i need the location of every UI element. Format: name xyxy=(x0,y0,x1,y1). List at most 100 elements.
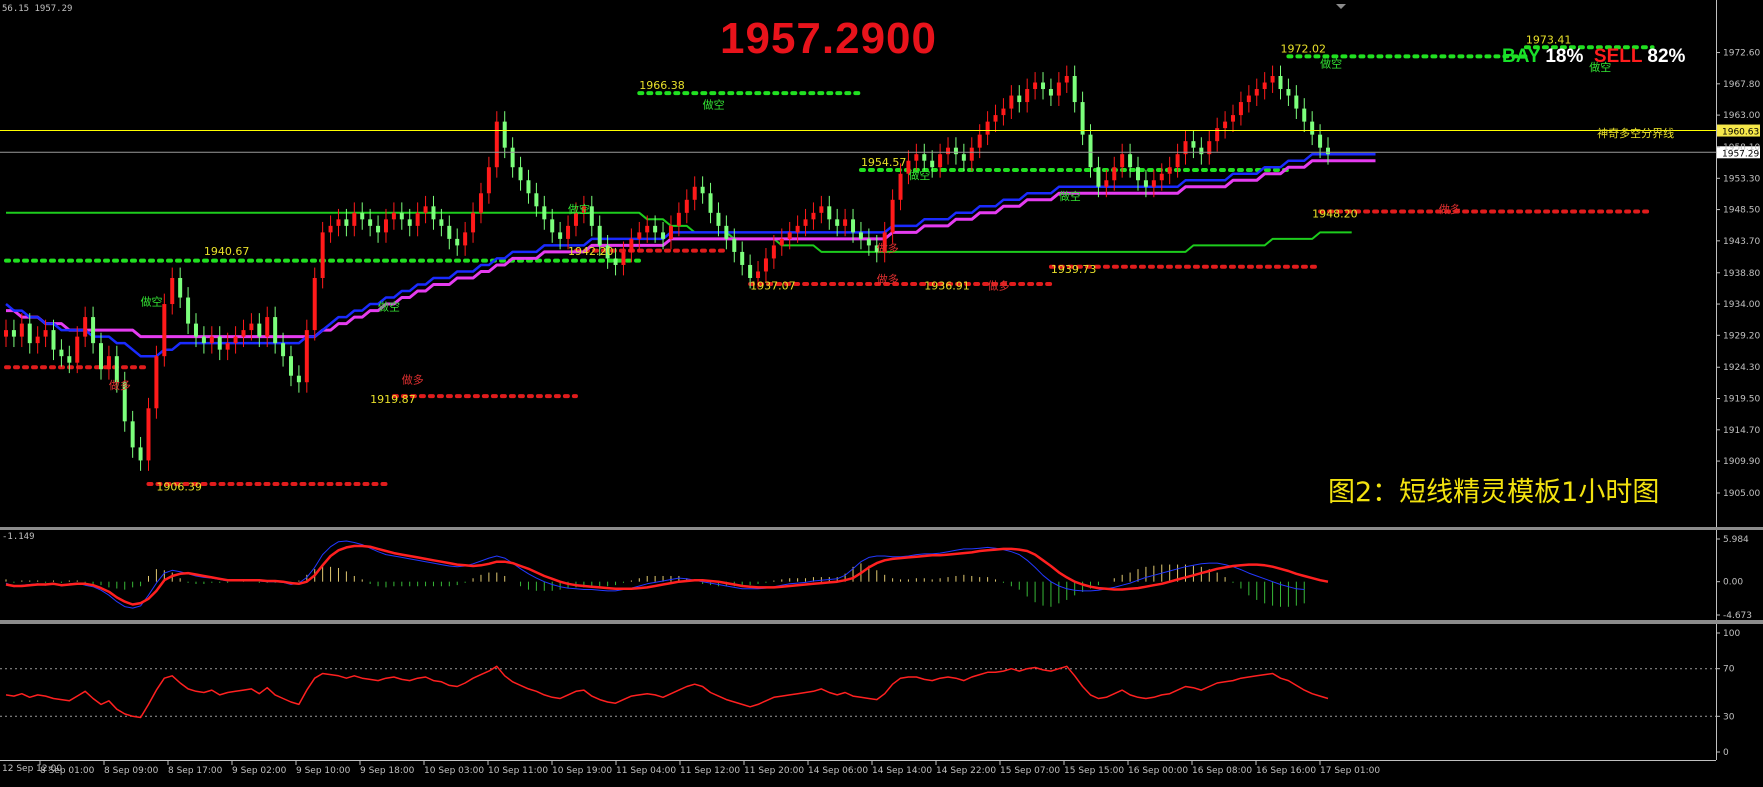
candle-body[interactable] xyxy=(225,343,230,350)
candle-body[interactable] xyxy=(407,219,412,226)
candle-body[interactable] xyxy=(281,343,286,357)
candle-body[interactable] xyxy=(502,121,507,148)
candle-body[interactable] xyxy=(1159,173,1164,181)
candle-body[interactable] xyxy=(637,232,642,239)
candle-body[interactable] xyxy=(463,232,468,246)
candle-body[interactable] xyxy=(106,356,111,370)
candle-body[interactable] xyxy=(510,147,515,168)
candle-body[interactable] xyxy=(1302,108,1307,122)
candle-body[interactable] xyxy=(447,225,452,239)
candle-body[interactable] xyxy=(1310,121,1315,135)
candle-body[interactable] xyxy=(898,173,903,200)
candle-body[interactable] xyxy=(534,193,539,207)
candle-body[interactable] xyxy=(455,238,460,246)
candle-body[interactable] xyxy=(1056,82,1061,96)
candle-body[interactable] xyxy=(977,134,982,148)
candle-body[interactable] xyxy=(692,186,697,200)
candle-body[interactable] xyxy=(985,121,990,135)
candle-body[interactable] xyxy=(1104,180,1109,187)
candle-body[interactable] xyxy=(1033,82,1038,90)
candle-body[interactable] xyxy=(431,206,436,220)
candle-body[interactable] xyxy=(1001,108,1006,116)
candle-body[interactable] xyxy=(811,212,816,220)
candle-body[interactable] xyxy=(724,225,729,239)
candle-body[interactable] xyxy=(19,323,24,337)
candle-body[interactable] xyxy=(478,193,483,213)
candle-body[interactable] xyxy=(312,277,317,331)
candle-body[interactable] xyxy=(43,330,48,337)
candle-body[interactable] xyxy=(383,219,388,233)
candle-body[interactable] xyxy=(779,238,784,246)
candle-body[interactable] xyxy=(471,212,476,233)
candle-body[interactable] xyxy=(170,277,175,305)
candle-body[interactable] xyxy=(201,336,206,344)
candle-body[interactable] xyxy=(1072,76,1077,103)
candle-body[interactable] xyxy=(1064,76,1069,83)
candle-body[interactable] xyxy=(130,421,135,448)
price-panel-separator[interactable] xyxy=(0,527,1763,530)
candle-body[interactable] xyxy=(1128,154,1133,168)
candle-body[interactable] xyxy=(360,212,365,220)
candle-body[interactable] xyxy=(542,206,547,220)
candle-body[interactable] xyxy=(193,323,198,337)
candle-body[interactable] xyxy=(819,206,824,213)
candle-body[interactable] xyxy=(629,238,634,252)
candle-body[interactable] xyxy=(91,317,96,344)
candle-body[interactable] xyxy=(851,219,856,233)
candle-body[interactable] xyxy=(154,356,159,409)
candle-body[interactable] xyxy=(858,232,863,239)
candle-body[interactable] xyxy=(700,186,705,194)
candle-body[interactable] xyxy=(146,408,151,461)
candle-body[interactable] xyxy=(961,154,966,161)
candle-body[interactable] xyxy=(1231,115,1236,122)
candle-body[interactable] xyxy=(708,193,713,213)
candle-body[interactable] xyxy=(763,258,768,272)
candle-body[interactable] xyxy=(938,154,943,168)
candle-body[interactable] xyxy=(1199,147,1204,155)
candle-body[interactable] xyxy=(914,154,919,161)
candle-body[interactable] xyxy=(597,225,602,246)
candle-body[interactable] xyxy=(288,356,293,376)
candle-body[interactable] xyxy=(684,199,689,213)
candle-body[interactable] xyxy=(328,225,333,233)
candle-body[interactable] xyxy=(494,121,499,168)
candle-body[interactable] xyxy=(344,219,349,226)
candle-body[interactable] xyxy=(1191,141,1196,148)
candle-body[interactable] xyxy=(249,323,254,331)
candle-body[interactable] xyxy=(866,238,871,246)
candle-body[interactable] xyxy=(217,336,222,350)
candle-body[interactable] xyxy=(1120,154,1125,168)
candle-body[interactable] xyxy=(953,147,958,155)
candle-body[interactable] xyxy=(1143,180,1148,187)
candle-body[interactable] xyxy=(1286,89,1291,96)
candle-body[interactable] xyxy=(668,225,673,239)
candle-body[interactable] xyxy=(162,304,167,357)
candle-body[interactable] xyxy=(415,212,420,226)
candle-body[interactable] xyxy=(1254,89,1259,96)
candle-body[interactable] xyxy=(827,206,832,220)
candle-body[interactable] xyxy=(1294,95,1299,109)
candle-body[interactable] xyxy=(1238,102,1243,116)
candle-body[interactable] xyxy=(1088,134,1093,168)
candle-body[interactable] xyxy=(653,225,658,233)
candle-body[interactable] xyxy=(336,219,341,226)
candle-body[interactable] xyxy=(1175,154,1180,168)
candle-body[interactable] xyxy=(273,317,278,344)
chart-canvas[interactable]: 1960.631957.29 1940.671919.871906.391966… xyxy=(0,0,1763,783)
candle-body[interactable] xyxy=(740,251,745,265)
candle-body[interactable] xyxy=(716,212,721,226)
candle-body[interactable] xyxy=(4,330,8,337)
candle-body[interactable] xyxy=(265,317,270,337)
candle-body[interactable] xyxy=(368,219,373,226)
candle-body[interactable] xyxy=(1048,89,1053,96)
candle-body[interactable] xyxy=(1025,89,1030,103)
candle-body[interactable] xyxy=(558,232,563,239)
candle-body[interactable] xyxy=(843,219,848,226)
candle-body[interactable] xyxy=(1041,82,1046,90)
candle-body[interactable] xyxy=(589,206,594,226)
candle-body[interactable] xyxy=(1112,167,1117,181)
candle-body[interactable] xyxy=(566,225,571,239)
candle-body[interactable] xyxy=(771,245,776,259)
candle-body[interactable] xyxy=(795,225,800,233)
candle-body[interactable] xyxy=(233,336,238,344)
